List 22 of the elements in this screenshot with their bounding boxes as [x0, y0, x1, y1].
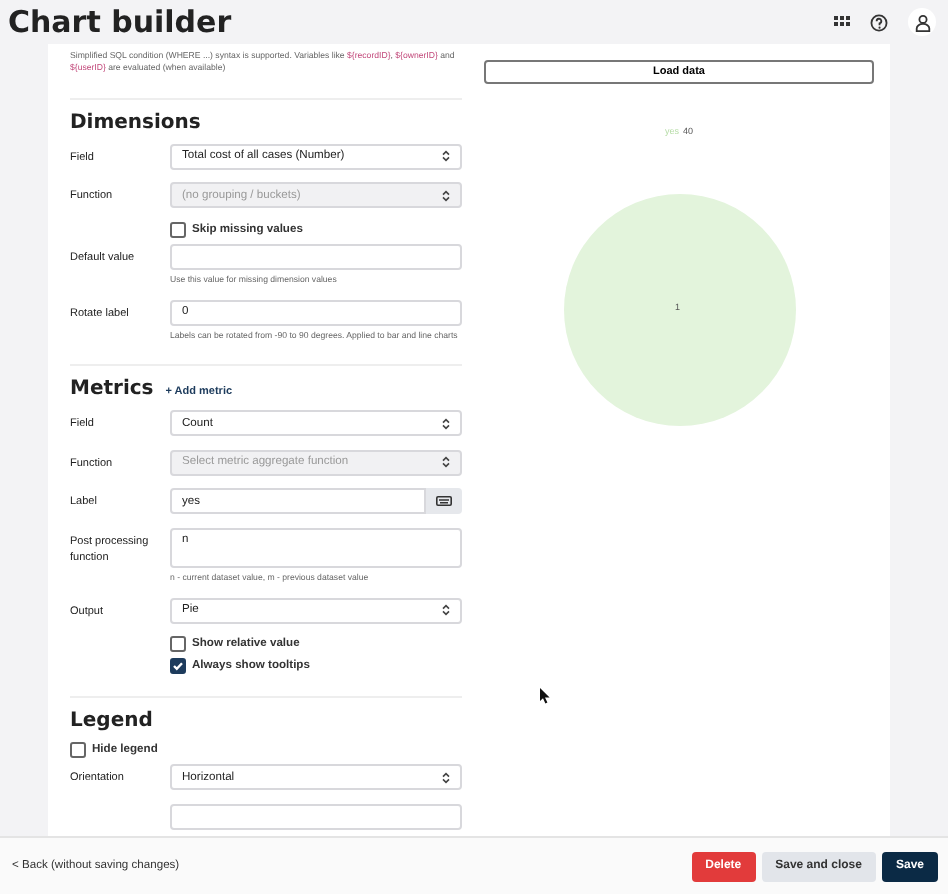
sort-arrows-icon	[442, 456, 450, 469]
checkbox[interactable]	[170, 636, 186, 653]
checkbox[interactable]	[70, 742, 86, 759]
keyboard-icon	[436, 496, 452, 507]
help-icon[interactable]	[870, 13, 888, 31]
sort-arrows-icon	[442, 189, 450, 202]
sort-arrows-icon	[442, 771, 450, 784]
cursor-icon	[540, 688, 550, 704]
input-field[interactable]	[170, 243, 462, 270]
page-title: Chart builder	[8, 4, 232, 40]
user-button[interactable]	[908, 8, 936, 36]
sort-arrows-icon	[442, 417, 450, 430]
sort-arrows-icon	[442, 150, 450, 163]
section-heading: Metrics	[70, 378, 154, 401]
grid-icon[interactable]	[834, 16, 850, 28]
select-field[interactable]	[170, 803, 462, 830]
checkbox[interactable]	[170, 221, 186, 238]
sort-arrows-icon	[442, 604, 450, 617]
checkbox[interactable]	[170, 658, 186, 675]
section-heading: Dimensions	[70, 111, 201, 134]
keyboard-button[interactable]	[426, 488, 462, 515]
section-heading: Legend	[70, 710, 153, 733]
